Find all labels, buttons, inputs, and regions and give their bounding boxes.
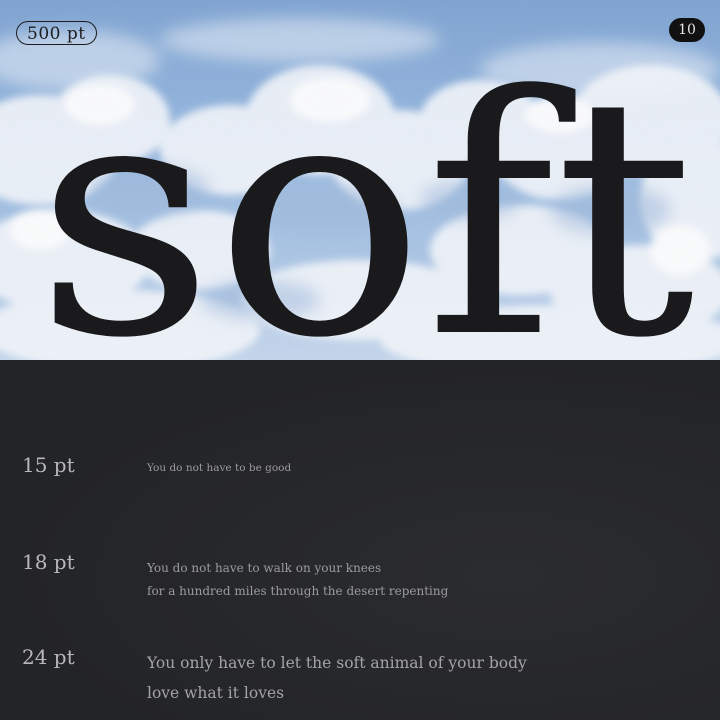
specimen-line: You do not have to be good bbox=[147, 462, 292, 474]
hero-word-soft: soft bbox=[35, 32, 697, 352]
page-number-badge: 10 bbox=[669, 18, 705, 42]
specimen-line: You do not have to walk on your knees bbox=[147, 561, 382, 575]
specimen-line: for a hundred miles through the desert r… bbox=[147, 584, 449, 598]
specimen-text: You do not have to walk on your knees fo… bbox=[147, 557, 448, 603]
size-badge: 500 pt bbox=[16, 21, 97, 45]
specimen-text: You only have to let the soft animal of … bbox=[147, 648, 527, 708]
specimen-line: love what it loves bbox=[147, 684, 285, 702]
specimen-line: You only have to let the soft animal of … bbox=[147, 654, 527, 672]
specimen-size-label: 18 pt bbox=[22, 550, 75, 574]
type-specimen-page: soft 500 pt 10 15 pt You do not have to … bbox=[0, 0, 720, 720]
specimen-text: You do not have to be good bbox=[147, 462, 291, 474]
specimen-size-label: 15 pt bbox=[22, 453, 75, 477]
specimen-size-label: 24 pt bbox=[22, 645, 75, 669]
hero-word-text: soft bbox=[35, 32, 697, 352]
cloud-sky-image: soft 500 pt 10 bbox=[0, 0, 720, 360]
